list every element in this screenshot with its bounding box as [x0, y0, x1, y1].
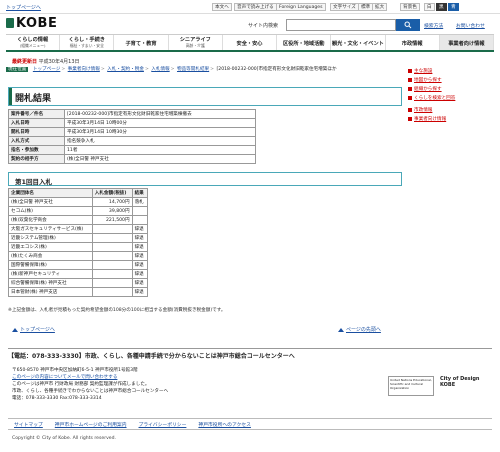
kobe-logo-icon[interactable] [6, 18, 14, 28]
city-of-design-logo: City of Design KOBE [440, 376, 480, 388]
footer-link-sitemap[interactable]: サイトマップ [14, 421, 43, 428]
tender-info-table: 案件番号／件名 [2018-00232-000]市指定有形文化財旧乾家住宅増築棟撤… [8, 109, 256, 164]
nav-item-tourism[interactable]: 観光・文化・イベント [331, 35, 386, 50]
unesco-logo: United Nations Educational, Scientific a… [388, 376, 434, 396]
last-updated: 最終更新日 平成30年4月13日 [12, 59, 80, 65]
search-button[interactable] [396, 19, 420, 31]
bg-color-label: 背景色 [400, 3, 420, 11]
breadcrumb-here-label: 現在位置 [6, 67, 29, 72]
nav-item-senior[interactable]: シニアライフ 高齢・介護 [169, 35, 223, 50]
breadcrumb-item[interactable]: 物品等開札結果 [177, 67, 209, 72]
red-square-icon [408, 68, 412, 73]
nav-item-business[interactable]: 事業者向け情報 [439, 35, 494, 50]
copyright: Copyright © City of Kobe. All rights res… [12, 436, 117, 441]
search-icon [404, 21, 412, 29]
nav-item-childcare[interactable]: 子育て・教育 [114, 35, 169, 50]
footer-links: サイトマップ 神戸市ホームページのご利用案内 プライバシーポリシー 神戸市役所へ… [8, 418, 492, 430]
search-input[interactable] [286, 19, 396, 31]
table-row: 日本管財(株) 神戸支店 辞退 [8, 287, 149, 297]
table-row: 綜合警備保障(株) 神戸支社 辞退 [8, 278, 149, 288]
round-heading: 第1回目入札 [15, 178, 53, 186]
sidebar-item-business[interactable]: 事業者向け情報 [414, 117, 446, 122]
table-row: 案件番号／件名 [2018-00232-000]市指定有形文化財旧乾家住宅増築棟撤… [8, 109, 256, 119]
red-square-icon [408, 116, 412, 121]
table-row: (株)双葉化学商会 221,500円 [8, 215, 149, 225]
breadcrumb: 現在位置 トップページ> 事業者向け情報> 入札・契約・税金> 入札情報> 物品… [6, 67, 337, 72]
nav-item-procedures[interactable]: くらし・手続き 福祉・すまい・安全 [60, 35, 115, 50]
table-row: 入札方式 指名競争入札 [8, 136, 256, 146]
back-to-top-page[interactable]: トップページへ [12, 326, 55, 333]
red-square-icon [408, 107, 412, 112]
round-heading-box: 第1回目入札 [8, 172, 402, 186]
table-row: (株)全日警 神戸支社 14,700円 落札 [8, 197, 149, 207]
footer-logos: United Nations Educational, Scientific a… [388, 376, 492, 396]
nav-item-safety[interactable]: 安全・安心 [223, 35, 278, 50]
footer-link-privacy[interactable]: プライバシーポリシー [139, 421, 187, 428]
arrow-up-icon [12, 327, 18, 332]
red-square-icon [408, 95, 412, 100]
footer-link-usage[interactable]: 神戸市ホームページのご利用案内 [55, 421, 127, 428]
table-row: 開札日時 平成30年3月14日 10時30分 [8, 127, 256, 137]
table-row: 近畿エコシス(株) 辞退 [8, 242, 149, 252]
footer-link-access[interactable]: 神戸市役所へのアクセス [198, 421, 251, 428]
breadcrumb-item[interactable]: 入札情報 [151, 67, 169, 72]
top-page-link[interactable]: トップページへ [6, 4, 41, 11]
sidebar-item-organization[interactable]: 組織から探す [414, 87, 442, 92]
arrow-up-icon [338, 327, 344, 332]
page-title-box: 開札結果 [8, 87, 402, 106]
bg-black-button[interactable]: 黒 [436, 3, 447, 11]
font-size-label: 文字サイズ [330, 3, 359, 11]
breadcrumb-item[interactable]: 事業者向け情報 [68, 67, 100, 72]
call-center-banner: 【電話：078-333-3330】市政、くらし、各種申請手続で分からないことは神… [8, 348, 492, 360]
breadcrumb-item[interactable]: 入札・契約・税金 [107, 67, 144, 72]
page-top-link[interactable]: ページの先頭へ [338, 326, 381, 333]
table-row: 国際警備保障(株) 辞退 [8, 260, 149, 270]
table-row: (株)新神戸セキュリティ 辞退 [8, 269, 149, 279]
nav-item-ward-office[interactable]: 区役所・地域活動 [277, 35, 332, 50]
page-title: 開札結果 [15, 94, 52, 104]
table-row: 大阪ガスセキュリティサービス(株) 辞退 [8, 224, 149, 234]
breadcrumb-item[interactable]: トップページ [33, 67, 60, 72]
footer-address: 〒650-8570 神戸市中央区加納町6-5-1 神戸市役所1号館3階 このペー… [12, 368, 169, 401]
font-size-large-button[interactable]: 拡大 [372, 3, 388, 11]
sidebar-item-facilities[interactable]: 主な施設 [414, 69, 432, 74]
sidebar-item-map[interactable]: 地図から探す [414, 78, 442, 83]
skip-to-content-button[interactable]: 本文へ [212, 3, 232, 11]
table-row: 契約の相手方 (株)全日警 神戸支社 [8, 154, 256, 164]
red-square-icon [408, 86, 412, 91]
email-inquiry-link[interactable]: このページの内容についてメールで問い合わせする [12, 375, 117, 380]
bg-white-button[interactable]: 白 [424, 3, 435, 11]
table-row: 指名・参加数 11者 [8, 145, 256, 155]
foreign-languages-button[interactable]: Foreign Languages [276, 3, 326, 11]
breadcrumb-current: [2018-00232-000]市指定有形文化財旧乾家住宅増築ほか [216, 67, 337, 72]
nav-item-living-info[interactable]: くらしの情報 (組織メニュー) [6, 35, 61, 50]
font-size-normal-button[interactable]: 標準 [358, 3, 374, 11]
nav-item-city-info[interactable]: 市政情報 [386, 35, 440, 50]
sidebar-item-faq[interactable]: くらしを検索と回答 [414, 96, 455, 101]
contact-link[interactable]: お問い合わせ [456, 22, 485, 29]
bid-results-table: 企業団体名 入札金額(税抜) 結果 (株)全日警 神戸支社 14,700円 落札 セコム… [8, 188, 149, 297]
table-row: (株)たくみ商会 辞退 [8, 251, 149, 261]
global-nav: くらしの情報 (組織メニュー) くらし・手続き 福祉・すまい・安全 子育て・教育 シ… [6, 34, 494, 52]
table-row: セコム(株) 39,800円 [8, 206, 149, 216]
bg-blue-button[interactable]: 青 [448, 3, 459, 11]
table-row: 近畿システム管理(株) 辞退 [8, 233, 149, 243]
read-aloud-button[interactable]: 音声で読み上げる [234, 3, 277, 11]
sidebar: 主な施設 地図から探す 組織から探す くらしを検索と回答 市政情報 事業者向け情… [408, 68, 470, 125]
search-help-link[interactable]: 検索方法 [424, 22, 443, 29]
search-label: サイト内検索 [248, 23, 279, 29]
price-note: ※上記金額は、入札者が見積もった契約希望金額の108分の100に相当する金額(消… [8, 308, 226, 313]
red-square-icon [408, 77, 412, 82]
site-logo[interactable]: KOBE [16, 16, 57, 31]
table-row: 入札日時 平成30年3月14日 10時00分 [8, 118, 256, 128]
sidebar-item-city-info[interactable]: 市政情報 [414, 108, 432, 113]
table-header-row: 企業団体名 入札金額(税抜) 結果 [8, 188, 149, 198]
